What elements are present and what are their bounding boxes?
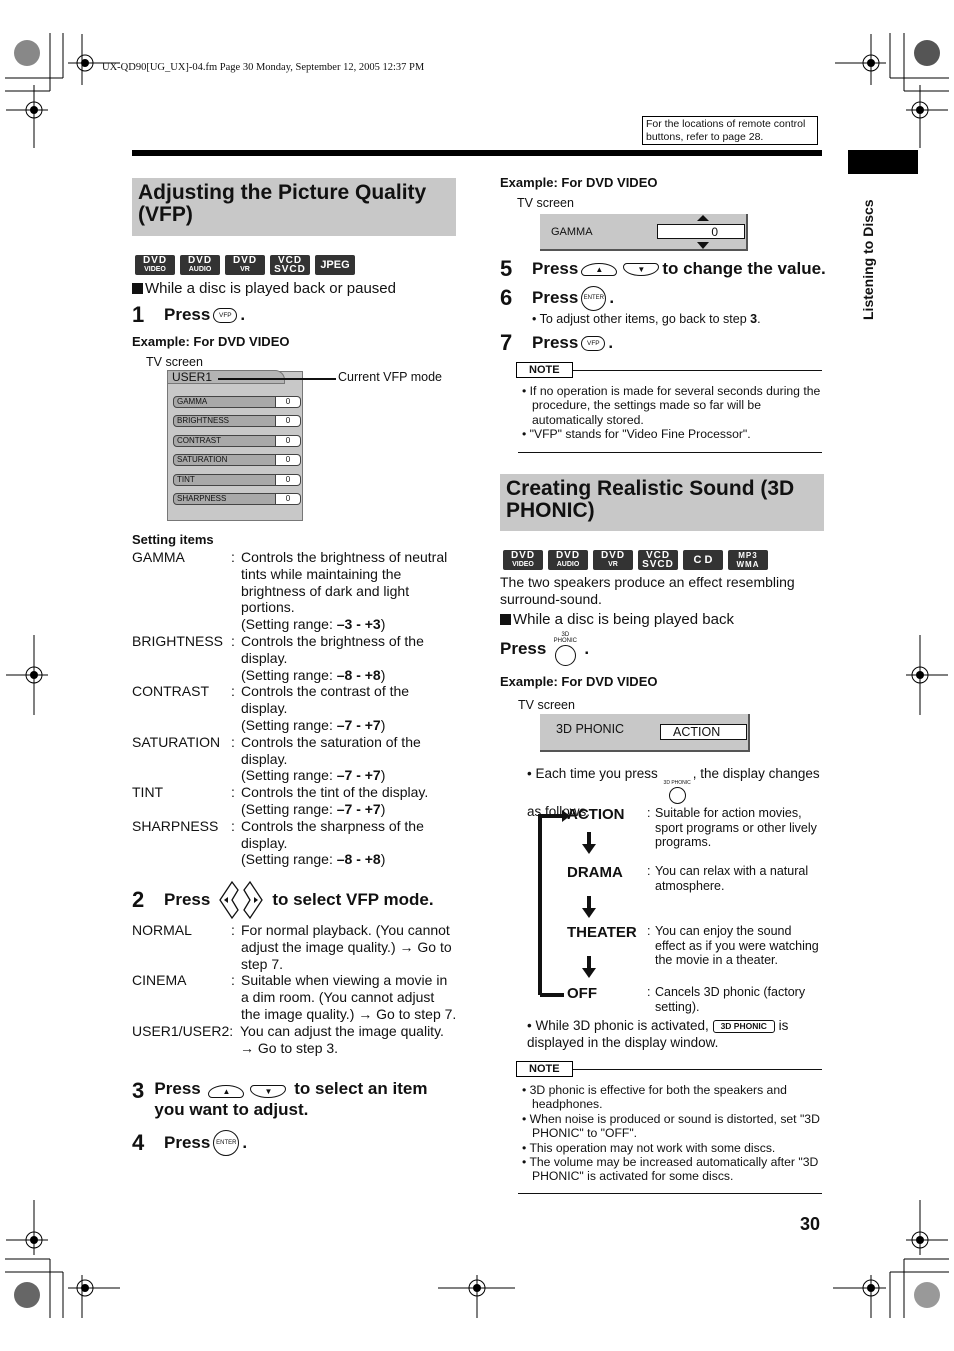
phonic-condition: While a disc is being played back xyxy=(500,611,734,628)
tv-screen-label: TV screen xyxy=(517,196,574,210)
activated-note: • While 3D phonic is activated, 3D PHONI… xyxy=(527,1018,789,1050)
down-arrow-button-icon: ▼ xyxy=(623,262,660,276)
enter-button-icon: ENTER xyxy=(581,285,607,311)
3d-phonic-button-icon: 3D PHONIC xyxy=(664,781,691,804)
phonic-mode-item: THEATER: You can enjoy the sound effect a… xyxy=(567,924,819,967)
note-item: • The volume may be increased automatica… xyxy=(522,1155,819,1184)
disc-badge: DVD VR xyxy=(225,255,265,275)
disc-badge: DVD VIDEO xyxy=(135,255,175,275)
note-label: NOTE xyxy=(516,362,573,378)
phonic-mode-item: ACTION: Suitable for action movies, sport… xyxy=(567,806,817,849)
vfp-step-1: 1 Press VFP. xyxy=(132,302,246,327)
tv-screen-label: TV screen xyxy=(518,698,575,712)
vfp-step-7: 7 Press VFP. xyxy=(500,330,614,355)
tv-screen-vfp-menu: GAMMA 0 BRIGHTNESS 0 CONTRAST 0 SATURATION 0… xyxy=(167,371,303,521)
tv-screen-gamma: GAMMA 0 xyxy=(540,214,748,251)
3d-phonic-button-icon: 3D PHONIC xyxy=(552,632,578,666)
vfp-step-5: 5 Press ▲ ▼ to change the value. xyxy=(500,256,826,281)
phonic-mode-item: OFF: Cancels 3D phonic (factory setting). xyxy=(567,985,806,1014)
3d-phonic-value-field: ACTION xyxy=(660,724,747,740)
callout-line xyxy=(218,378,336,380)
disc-badge: MP3 WMA xyxy=(728,550,768,570)
vfp-mode-list: NORMAL: For normal playback. (You cannot … xyxy=(132,922,457,1056)
file-info: UX-QD90[UG_UX]-04.fm Page 30 Monday, Sep… xyxy=(102,62,425,73)
note-item: • 3D phonic is effective for both the sp… xyxy=(522,1083,787,1112)
vfp-step-3: 3 Press ▲ ▼ to select an item you want to… xyxy=(132,1078,428,1119)
3d-phonic-indicator: 3D PHONIC xyxy=(712,1020,775,1033)
setting-items-list: GAMMA: Controls the brightness of neutra… xyxy=(132,549,457,868)
note-item: • "VFP" stands for "Video Fine Processor… xyxy=(522,427,751,442)
phonic-mode-list: ACTION: Suitable for action movies, sport… xyxy=(567,806,822,1014)
tv-mode-tab: USER1 xyxy=(167,370,285,384)
note-end-rule xyxy=(518,1193,822,1194)
vfp-mode-item: NORMAL: For normal playback. (You cannot … xyxy=(132,922,452,972)
vfp-mode-item: CINEMA: Suitable when viewing a movie in … xyxy=(132,972,457,1022)
note-item: • When noise is produced or sound is dis… xyxy=(522,1111,820,1141)
disc-badge: VCD SVCD xyxy=(270,255,310,275)
page-number: 30 xyxy=(800,1214,821,1234)
down-arrow-button-icon: ▼ xyxy=(250,1085,287,1098)
disc-badge: DVD VIDEO xyxy=(503,550,543,570)
vfp-condition: While a disc is played back or paused xyxy=(132,280,396,297)
note-item: • If no operation is made for several se… xyxy=(522,384,821,427)
tv-menu-row: CONTRAST 0 xyxy=(173,435,301,447)
vfp-button-icon: VFP xyxy=(213,307,238,323)
vfp-mode-item: USER1/USER2: You can adjust the image qua… xyxy=(132,1022,444,1056)
reference-note: For the locations of remote control butt… xyxy=(642,116,818,145)
up-arrow-button-icon: ▲ xyxy=(581,262,618,276)
top-rule xyxy=(132,150,822,156)
setting-item: TINT: Controls the tint of the display.(… xyxy=(132,784,429,817)
up-down-indicator-icon xyxy=(697,215,709,249)
chapter-tab xyxy=(848,150,918,174)
example-title: Example: For DVD VIDEO xyxy=(500,674,658,689)
vfp-step-6: 6 Press ENTER. xyxy=(500,285,615,311)
disc-badge: JPEG xyxy=(315,255,355,275)
tv-screen-3d-phonic: 3D PHONIC ACTION xyxy=(540,714,750,752)
setting-item: SHARPNESS: Controls the sharpness of the… xyxy=(132,817,424,868)
vfp-section-title: Adjusting the Picture Quality (VFP) xyxy=(132,178,456,236)
phonic-section-title: Creating Realistic Sound (3D PHONIC) xyxy=(500,474,824,531)
setting-item: CONTRAST: Controls the contrast of the d… xyxy=(132,683,410,733)
setting-items-title: Setting items xyxy=(132,532,214,547)
vfp-button-icon: VFP xyxy=(581,335,606,351)
note-label: NOTE xyxy=(516,1061,573,1077)
setting-item: SATURATION: Controls the saturation of t… xyxy=(132,733,421,784)
vfp-note: NOTE • If no operation is made for sever… xyxy=(516,362,822,442)
note-item: • This operation may not work with some … xyxy=(522,1140,776,1155)
tv-screen-label: TV screen xyxy=(146,355,203,369)
disc-badge: DVD AUDIO xyxy=(180,255,220,275)
setting-item: GAMMA: Controls the brightness of neutra… xyxy=(132,549,448,633)
phonic-intro: The two speakers produce an effect resem… xyxy=(500,574,795,607)
tv-menu-row: GAMMA 0 xyxy=(173,396,301,408)
setting-item: BRIGHTNESS: Controls the brightness of t… xyxy=(132,632,424,683)
tv-menu-row: BRIGHTNESS 0 xyxy=(173,415,301,427)
phonic-press-step: Press 3D PHONIC . xyxy=(500,632,589,666)
vfp-step-4: 4 Press ENTER. xyxy=(132,1130,248,1156)
vfp-disc-badges: DVD VIDEO DVD AUDIO DVD VR VCD SVCD JPEG xyxy=(135,255,355,275)
tv-menu-row: TINT 0 xyxy=(173,474,301,486)
disc-badge: C D xyxy=(683,550,723,570)
up-arrow-button-icon: ▲ xyxy=(208,1085,245,1098)
enter-button-icon: ENTER xyxy=(213,1130,240,1156)
step-6-subnote: • To adjust other items, go back to step… xyxy=(532,312,761,326)
disc-badge: DVD VR xyxy=(593,550,633,570)
phonic-note: NOTE • 3D phonic is effective for both t… xyxy=(516,1061,822,1184)
callout-label: Current VFP mode xyxy=(338,370,442,384)
tv-menu-row: SHARPNESS 0 xyxy=(173,493,301,505)
phonic-mode-item: DRAMA: You can relax with a natural atmos… xyxy=(567,864,809,893)
phonic-disc-badges: DVD VIDEO DVD AUDIO DVD VR VCD SVCD C D MP3 W… xyxy=(503,550,768,570)
disc-badge: DVD AUDIO xyxy=(548,550,588,570)
note-end-rule xyxy=(518,452,822,453)
left-right-cursor-icon xyxy=(219,880,264,920)
example-title: Example: For DVD VIDEO xyxy=(500,175,658,190)
tv-menu-row: SATURATION 0 xyxy=(173,454,301,466)
vfp-step-2: 2 Press to select VFP mode. xyxy=(132,880,434,920)
disc-badge: VCD SVCD xyxy=(638,550,678,570)
chapter-label: Listening to Discs xyxy=(860,199,876,320)
example-title: Example: For DVD VIDEO xyxy=(132,334,290,349)
